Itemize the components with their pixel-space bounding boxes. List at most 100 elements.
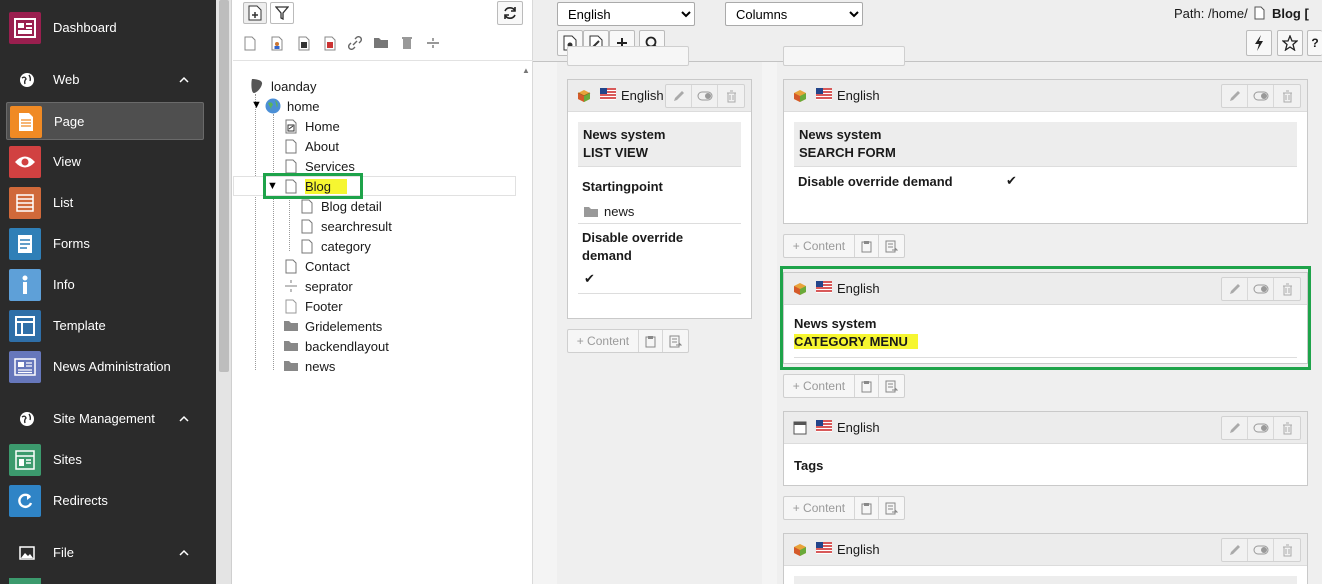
tree-node-label: loanday [271,78,317,94]
page-type-backend-user-icon[interactable] [268,34,286,52]
paste-reference-button[interactable] [879,235,904,257]
paste-reference-button[interactable] [663,330,688,352]
delete-button[interactable] [1274,417,1300,439]
group-web[interactable]: Web [6,68,204,92]
language-select[interactable]: English [557,2,695,26]
trash-icon [1282,90,1292,102]
delete-button[interactable] [718,85,744,107]
paste-button[interactable] [855,375,880,397]
add-content-button[interactable]: + Content [784,375,855,397]
tree-node-folder[interactable]: news [283,356,335,376]
toggle-icon [697,91,712,101]
us-flag-icon [600,88,616,100]
expand-caret-icon[interactable]: ▼ [251,99,263,111]
tree-node-page[interactable]: Home [283,116,340,136]
module-sites[interactable]: Sites [6,441,204,479]
menu-scrollbar[interactable] [216,0,232,584]
tree-node-page[interactable]: Contact [283,256,350,276]
module-news-administration[interactable]: News Administration [6,348,204,386]
module-template[interactable]: Template [6,307,204,345]
tree-node-separator[interactable]: seprator [283,276,353,296]
page-type-recycler-icon[interactable] [398,34,416,52]
toggle-visibility-button[interactable] [692,85,718,107]
tree-node-page[interactable]: searchresult [299,216,392,236]
content-element-actions [1221,416,1301,440]
content-element-tags[interactable]: English Tags [783,411,1308,486]
delete-button[interactable] [1274,539,1300,561]
content-toolbar-partial [783,46,905,66]
edit-button[interactable] [1222,85,1248,107]
content-element-search-form[interactable]: English News system SEARCH FORM Disable … [783,79,1308,224]
module-view[interactable]: View [6,143,204,181]
tree-node-page[interactable]: Blog detail [299,196,382,216]
tree-node-label: searchresult [321,218,392,234]
page-type-standard-icon[interactable] [241,34,259,52]
plugin-cube-icon [794,544,806,556]
content-element-list-view[interactable]: English News system LIST VIEW Startingpo… [567,79,752,319]
toggle-visibility-button[interactable] [1248,85,1274,107]
add-content-button[interactable]: + Content [784,235,855,257]
delete-button[interactable] [1274,85,1300,107]
page-type-folder-icon[interactable] [372,34,390,52]
toggle-visibility-button[interactable] [1248,539,1274,561]
paste-button[interactable] [855,235,880,257]
edit-button[interactable] [1222,417,1248,439]
tree-node-page[interactable]: Footer [283,296,343,316]
scroll-up-icon[interactable]: ▲ [522,66,530,75]
plugin-type: News system LIST VIEW [578,122,741,167]
tree-node-home[interactable]: home [265,96,320,116]
group-site-management[interactable]: Site Management [6,407,204,431]
module-dashboard[interactable]: Dashboard [6,9,204,47]
content-element-partial[interactable]: English [783,533,1308,584]
module-list[interactable]: List [6,184,204,222]
page-icon [10,106,42,138]
module-page[interactable]: Page [6,102,204,140]
clear-cache-button[interactable] [1246,30,1272,56]
help-button[interactable]: ? [1307,30,1322,56]
page-type-shortcut-icon[interactable] [295,34,313,52]
module-redirects[interactable]: Redirects [6,482,204,520]
edit-button[interactable] [1222,539,1248,561]
page-tree: ▲ loanday ▼ home Home About Services ▼ B… [233,0,533,584]
group-label: Web [53,72,80,87]
filter-button[interactable] [270,2,294,24]
template-icon [9,310,41,342]
us-flag-icon [816,420,832,432]
paste-reference-icon [885,380,899,392]
scrollbar-thumb[interactable] [219,0,229,372]
folder-icon [283,318,299,334]
new-page-button[interactable] [243,2,267,24]
tree-node-page[interactable]: category [299,236,371,256]
module-forms[interactable]: Forms [6,225,204,263]
page-type-separator-icon[interactable] [424,34,442,52]
bookmark-button[interactable] [1277,30,1303,56]
group-file[interactable]: File [6,541,204,565]
toggle-visibility-button[interactable] [1248,417,1274,439]
tree-node-label: Footer [305,298,343,314]
tree-node-folder[interactable]: backendlayout [283,336,389,356]
content-element-body: Tags [784,444,1307,488]
page-module-content: English News system LIST VIEW Startingpo… [533,46,1322,584]
globe-icon [20,73,34,87]
tree-node-page[interactable]: About [283,136,339,156]
pencil-icon [1229,545,1240,555]
tree-node-label: Gridelements [305,318,383,334]
tree-node-folder[interactable]: Gridelements [283,316,382,336]
refresh-tree-button[interactable] [497,1,523,25]
path-page-title: Blog [ [1271,6,1309,21]
paste-reference-button[interactable] [879,497,904,519]
paste-button[interactable] [639,330,664,352]
view-mode-select[interactable]: Columns [725,2,863,26]
page-type-mountpoint-icon[interactable] [321,34,339,52]
language-label: English [837,542,880,557]
page-type-link-icon[interactable] [346,34,364,52]
module-info[interactable]: Info [6,266,204,304]
tree-node-root[interactable]: loanday [249,76,317,96]
page-icon [283,298,299,314]
add-content-button[interactable]: + Content [568,330,639,352]
edit-button[interactable] [666,85,692,107]
paste-button[interactable] [855,497,880,519]
paste-reference-button[interactable] [879,375,904,397]
add-content-button[interactable]: + Content [784,497,855,519]
content-element-body: News system LIST VIEW Startingpoint news… [568,112,751,304]
